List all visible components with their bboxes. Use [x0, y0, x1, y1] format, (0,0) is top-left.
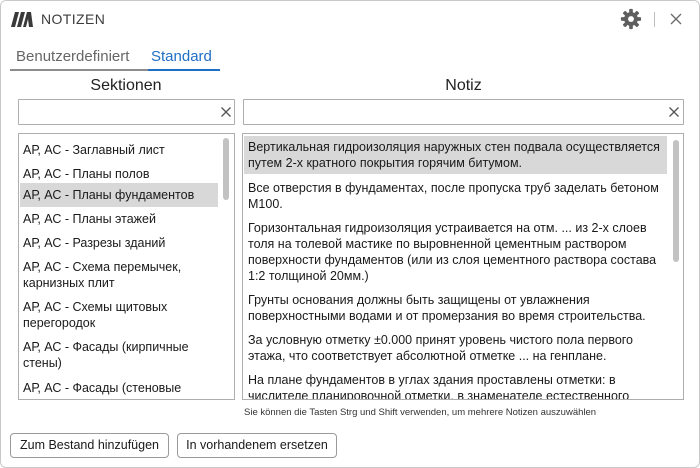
multi-select-hint: Sie können die Tasten Strg und Shift ver…: [244, 407, 597, 418]
note-item[interactable]: На плане фундаментов в углах здания прос…: [244, 372, 667, 399]
section-item[interactable]: АР, АС - Фасады (стеновые панели): [20, 376, 218, 399]
section-item[interactable]: АР, АС - Схема перемычек, карнизных плит: [20, 259, 218, 293]
sections-heading: Sektionen: [90, 77, 162, 94]
sections-list: АР, АС - Заглавный лист АР, АС - Планы п…: [18, 133, 235, 400]
sections-search-box: [18, 99, 235, 125]
section-item[interactable]: АР, АС - Разрезы зданий: [20, 231, 218, 255]
section-item-selected[interactable]: АР, АС - Планы фундаментов: [20, 183, 218, 207]
section-item[interactable]: АР, АС - Заглавный лист: [20, 138, 218, 162]
section-item[interactable]: АР, АС - Схемы щитовых перегородок: [20, 299, 218, 333]
section-item[interactable]: АР, АС - Фасады (кирпичные стены): [20, 339, 218, 373]
add-to-stock-button[interactable]: Zum Bestand hinzufügen: [10, 433, 169, 458]
titlebar-divider: [654, 12, 655, 27]
sections-scrollbar[interactable]: [223, 138, 229, 200]
tab-benutzerdefiniert[interactable]: Benutzerdefiniert: [10, 46, 148, 71]
section-item[interactable]: АР, АС - Планы этажей: [20, 207, 218, 231]
close-icon[interactable]: [667, 10, 685, 28]
window-title: NOTIZEN: [41, 11, 106, 27]
notes-list: Вертикальная гидроизоляция наружных стен…: [242, 133, 684, 400]
note-item[interactable]: За условную отметку ±0.000 принят уровен…: [244, 332, 667, 366]
clear-search-icon[interactable]: [668, 106, 680, 118]
notes-search-input[interactable]: [248, 103, 658, 121]
notes-scrollbar[interactable]: [673, 140, 679, 262]
clear-search-icon[interactable]: [220, 106, 232, 118]
replace-existing-button[interactable]: In vorhandenem ersetzen: [177, 433, 337, 458]
note-item[interactable]: Грунты основания должны быть защищены от…: [244, 292, 667, 326]
notes-search-box: [243, 99, 684, 125]
gear-icon[interactable]: [620, 8, 642, 30]
note-item[interactable]: Горизонтальная гидроизоляция устраиваетс…: [244, 220, 667, 286]
notes-window: NOTIZEN Benutzerdefiniert Standard Sekti…: [0, 0, 700, 468]
app-logo-icon: [11, 12, 33, 27]
title-bar: NOTIZEN: [1, 1, 699, 38]
note-item-selected[interactable]: Вертикальная гидроизоляция наружных стен…: [244, 136, 667, 174]
note-item[interactable]: Все отверстия в фундаментах, после пропу…: [244, 180, 667, 214]
tab-standard[interactable]: Standard: [148, 46, 220, 71]
notes-heading: Notiz: [445, 77, 482, 94]
sections-search-input[interactable]: [23, 103, 213, 121]
